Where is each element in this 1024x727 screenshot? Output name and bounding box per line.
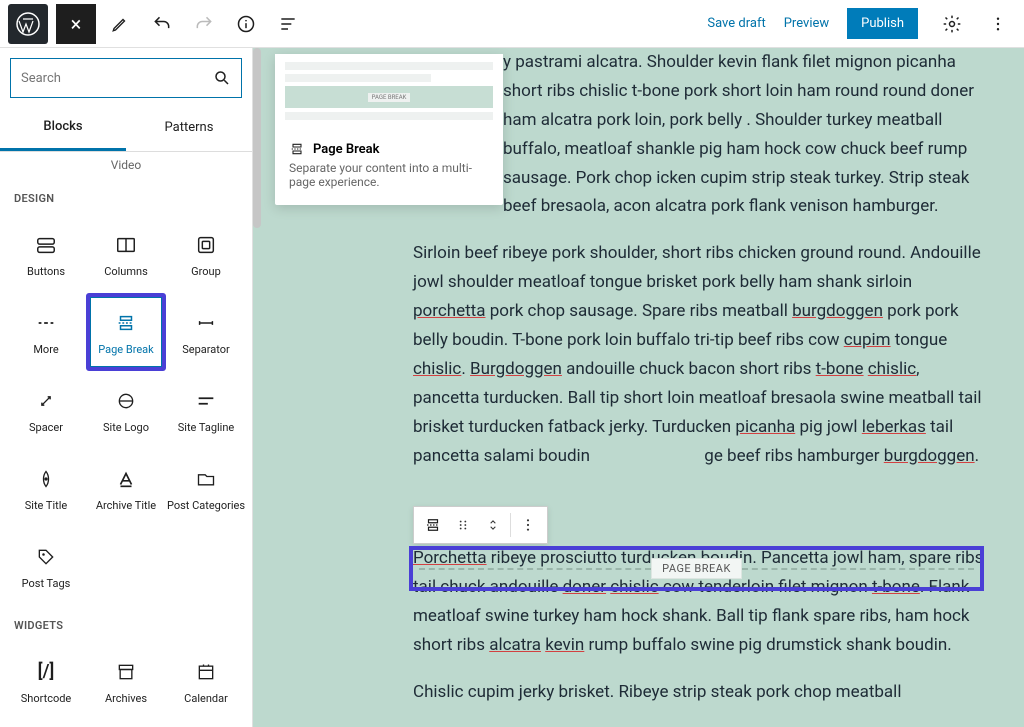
block-columns[interactable]: Columns [86,215,166,293]
block-inserter-panel: Blocks Patterns Video DESIGN Buttons Col… [0,48,253,727]
tab-patterns[interactable]: Patterns [126,104,252,151]
outline-icon[interactable] [270,6,306,42]
popover-title: Page Break [313,142,380,157]
search-icon [213,69,231,87]
paragraph: Sirloin beef ribeye pork shoulder, short… [413,239,986,470]
info-icon[interactable] [228,6,264,42]
undo-icon[interactable] [144,6,180,42]
more-icon[interactable] [980,6,1016,42]
block-video-label: Video [0,156,252,178]
block-post-tags[interactable]: Post Tags [6,527,86,605]
wp-logo[interactable] [8,4,48,44]
redo-icon[interactable] [186,6,222,42]
search-input[interactable] [21,71,213,86]
block-buttons[interactable]: Buttons [6,215,86,293]
block-post-categories[interactable]: Post Categories [166,449,246,527]
block-toolbar [413,506,548,544]
drag-handle-icon[interactable] [448,510,478,540]
inserter-tabs: Blocks Patterns [0,104,252,152]
search-box[interactable] [10,58,242,98]
paragraph: y pastrami alcatra. Shoulder kevin flank… [503,48,986,221]
move-arrows-icon[interactable] [478,510,508,540]
block-archives[interactable]: Archives [86,642,166,720]
scrollbar[interactable] [253,48,261,228]
block-group[interactable]: Group [166,215,246,293]
paragraph: Chislic cupim jerky brisket. Ribeye stri… [413,678,986,707]
block-separator[interactable]: Separator [166,293,246,371]
top-toolbar: × Save draft Preview Publish [0,0,1024,48]
edit-icon[interactable] [102,6,138,42]
block-calendar[interactable]: Calendar [166,642,246,720]
section-widgets: WIDGETS [0,605,252,642]
block-site-tagline[interactable]: Site Tagline [166,371,246,449]
block-site-logo[interactable]: Site Logo [86,371,166,449]
block-type-icon[interactable] [418,510,448,540]
block-options-icon[interactable] [513,510,543,540]
block-site-title[interactable]: Site Title [6,449,86,527]
section-design: DESIGN [0,178,252,215]
save-draft-link[interactable]: Save draft [707,16,765,31]
preview-link[interactable]: Preview [784,16,829,31]
page-break-block[interactable]: PAGE BREAK [409,546,984,591]
settings-icon[interactable] [934,6,970,42]
close-inserter-button[interactable]: × [56,4,96,44]
block-archive-title[interactable]: Archive Title [86,449,166,527]
block-more[interactable]: More [6,293,86,371]
block-page-break[interactable]: Page Break [86,293,166,371]
editor-canvas: PAGE BREAK Page Break Separate your cont… [253,48,1024,727]
block-spacer[interactable]: Spacer [6,371,86,449]
article-content[interactable]: y pastrami alcatra. Shoulder kevin flank… [413,48,986,725]
publish-button[interactable]: Publish [847,8,918,39]
panel-body: Video DESIGN Buttons Columns Group More … [0,152,252,727]
block-shortcode[interactable]: [/]Shortcode [6,642,86,720]
tab-blocks[interactable]: Blocks [0,104,126,151]
page-break-label: PAGE BREAK [651,558,742,579]
